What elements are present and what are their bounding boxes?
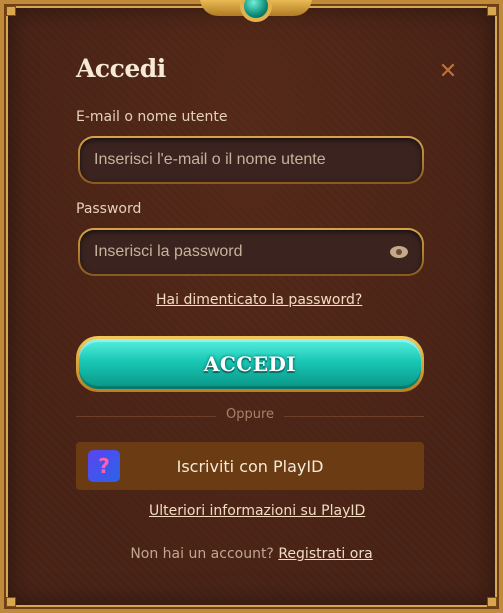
divider-line-right xyxy=(284,416,424,417)
or-divider: Oppure xyxy=(76,407,424,425)
frame-corner xyxy=(487,6,497,16)
frame-corner xyxy=(6,597,16,607)
email-label: E-mail o nome utente xyxy=(76,109,228,125)
email-field-inner xyxy=(80,138,422,182)
close-icon[interactable]: ✕ xyxy=(436,60,460,84)
frame-corner xyxy=(6,6,16,16)
playid-logo-icon: ? xyxy=(88,450,120,482)
forgot-password-link[interactable]: Hai dimenticato la password? xyxy=(156,292,362,308)
frame-corner xyxy=(487,597,497,607)
register-prompt: Non hai un account? Registrati ora xyxy=(0,546,503,562)
winged-gem-emblem xyxy=(200,0,312,28)
password-field[interactable] xyxy=(94,243,390,261)
password-field-frame xyxy=(78,228,424,276)
eye-icon[interactable] xyxy=(390,246,408,258)
playid-info-link[interactable]: Ulteriori informazioni su PlayID xyxy=(149,503,365,519)
password-field-inner xyxy=(80,230,422,274)
login-button-face: ACCEDI xyxy=(79,339,421,389)
dialog-title: Accedi xyxy=(76,54,166,83)
login-button-label: ACCEDI xyxy=(203,352,297,376)
email-field[interactable] xyxy=(94,151,408,169)
playid-signup-button[interactable]: ? Iscriviti con PlayID xyxy=(76,442,424,490)
email-field-frame xyxy=(78,136,424,184)
divider-text: Oppure xyxy=(225,407,275,422)
password-label: Password xyxy=(76,201,142,217)
register-link[interactable]: Registrati ora xyxy=(278,546,372,562)
login-button[interactable]: ACCEDI xyxy=(76,336,424,392)
register-prompt-text: Non hai un account? xyxy=(130,546,274,562)
emblem-gem xyxy=(240,0,272,22)
playid-signup-label: Iscriviti con PlayID xyxy=(176,456,324,476)
